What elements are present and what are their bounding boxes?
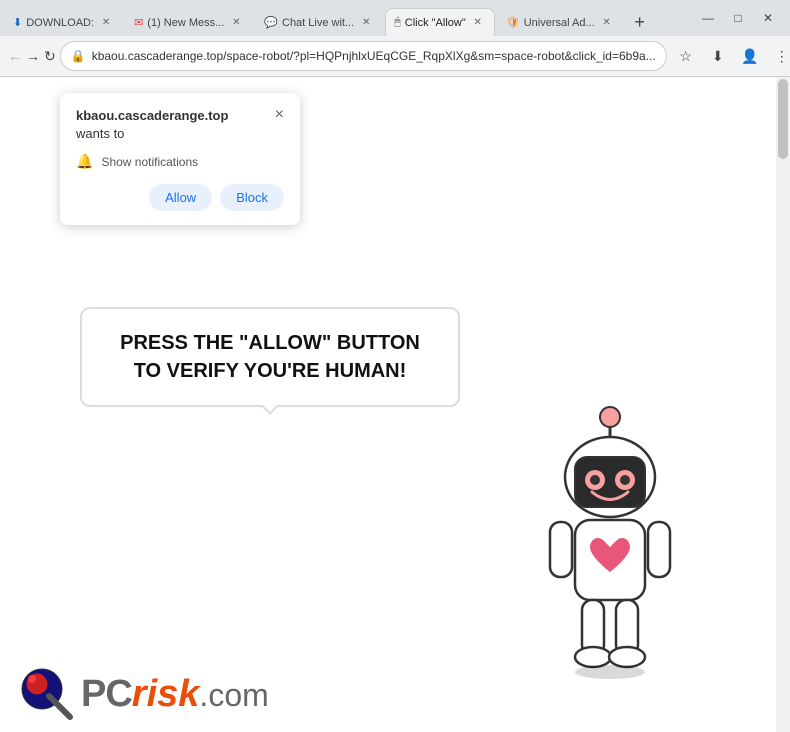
notification-popup-header: kbaou.cascaderange.top wants to × [76, 107, 284, 143]
pcrisk-com-text: .com [199, 677, 268, 713]
bell-icon: 🔔 [76, 153, 93, 170]
page-content: kbaou.cascaderange.top wants to × 🔔 Show… [0, 77, 790, 732]
pcrisk-logo: PCrisk.com [20, 667, 269, 722]
tab-bar: ⬇ DOWNLOAD: ✕ ✉ (1) New Mess... ✕ 💬 Chat… [0, 0, 790, 36]
browser-chrome: ⬇ DOWNLOAD: ✕ ✉ (1) New Mess... ✕ 💬 Chat… [0, 0, 790, 77]
robot-illustration [510, 392, 710, 672]
notification-text: kbaou.cascaderange.top wants to [76, 107, 228, 143]
close-button[interactable]: ✕ [754, 4, 782, 32]
profile-button[interactable]: 👤 [735, 41, 765, 71]
tab-title-gmail: (1) New Mess... [147, 17, 224, 29]
address-lock-icon: 🔒 [71, 49, 86, 63]
block-button[interactable]: Block [220, 184, 284, 211]
reload-button[interactable]: ↻ [44, 41, 56, 71]
scrollbar[interactable] [776, 77, 790, 732]
tab-title-allow: Click "Allow" [405, 17, 466, 29]
tab-gmail[interactable]: ✉ (1) New Mess... ✕ [125, 8, 253, 36]
address-url: kbaou.cascaderange.top/space-robot/?pl=H… [92, 49, 656, 63]
tab-favicon-download: ⬇ [13, 16, 22, 29]
new-tab-button[interactable]: + [626, 8, 654, 36]
notification-close-button[interactable]: × [275, 107, 284, 123]
notification-popup: kbaou.cascaderange.top wants to × 🔔 Show… [60, 93, 300, 225]
main-page-area: kbaou.cascaderange.top wants to × 🔔 Show… [0, 77, 790, 732]
pcrisk-wordmark: PCrisk.com [81, 673, 269, 716]
notification-bell-row: 🔔 Show notifications [76, 153, 284, 170]
tab-close-download[interactable]: ✕ [98, 15, 114, 31]
allow-button[interactable]: Allow [149, 184, 212, 211]
tab-chat[interactable]: 💬 Chat Live wit... ✕ [255, 8, 383, 36]
back-button[interactable]: ← [8, 41, 22, 71]
speech-bubble: PRESS THE "ALLOW" BUTTON TO VERIFY YOU'R… [80, 307, 460, 407]
tab-close-chat[interactable]: ✕ [358, 15, 374, 31]
tab-favicon-universal: 🛡 [506, 16, 520, 29]
window-controls: — □ ✕ [694, 4, 786, 32]
tab-title-chat: Chat Live wit... [282, 17, 354, 29]
notification-bell-text: Show notifications [101, 155, 198, 169]
tab-favicon-gmail: ✉ [134, 16, 143, 29]
tab-universal[interactable]: 🛡 Universal Ad... ✕ [497, 8, 624, 36]
tab-title-download: DOWNLOAD: [26, 17, 94, 29]
tab-close-universal[interactable]: ✕ [599, 15, 615, 31]
tab-close-allow[interactable]: ✕ [470, 15, 486, 31]
notification-buttons: Allow Block [76, 184, 284, 211]
pcrisk-icon [20, 667, 75, 722]
notification-wants-to: wants to [76, 126, 124, 141]
tab-favicon-chat: 💬 [264, 16, 278, 29]
tab-title-universal: Universal Ad... [524, 17, 595, 29]
robot-svg [510, 392, 710, 692]
menu-button[interactable]: ⋮ [767, 41, 790, 71]
pcrisk-pc-text: PC [81, 673, 132, 715]
download-button[interactable]: ⬇ [703, 41, 733, 71]
tab-download[interactable]: ⬇ DOWNLOAD: ✕ [4, 8, 123, 36]
address-bar[interactable]: 🔒 kbaou.cascaderange.top/space-robot/?pl… [60, 41, 667, 71]
address-bar-row: ← → ↻ 🔒 kbaou.cascaderange.top/space-rob… [0, 36, 790, 76]
pcrisk-risk-text: risk [132, 673, 200, 715]
maximize-button[interactable]: □ [724, 4, 752, 32]
scrollbar-thumb[interactable] [778, 79, 788, 159]
forward-button[interactable]: → [26, 41, 40, 71]
tab-favicon-allow: 🖱 [394, 16, 401, 29]
minimize-button[interactable]: — [694, 4, 722, 32]
tabs-area: ⬇ DOWNLOAD: ✕ ✉ (1) New Mess... ✕ 💬 Chat… [4, 0, 692, 36]
tab-close-gmail[interactable]: ✕ [228, 15, 244, 31]
notification-site-name: kbaou.cascaderange.top [76, 108, 228, 123]
browser-window: ⬇ DOWNLOAD: ✕ ✉ (1) New Mess... ✕ 💬 Chat… [0, 0, 790, 732]
tab-allow[interactable]: 🖱 Click "Allow" ✕ [385, 8, 495, 36]
address-right-buttons: ☆ ⬇ 👤 ⋮ [671, 41, 790, 71]
bookmark-button[interactable]: ☆ [671, 41, 701, 71]
speech-bubble-text: PRESS THE "ALLOW" BUTTON TO VERIFY YOU'R… [120, 332, 420, 382]
